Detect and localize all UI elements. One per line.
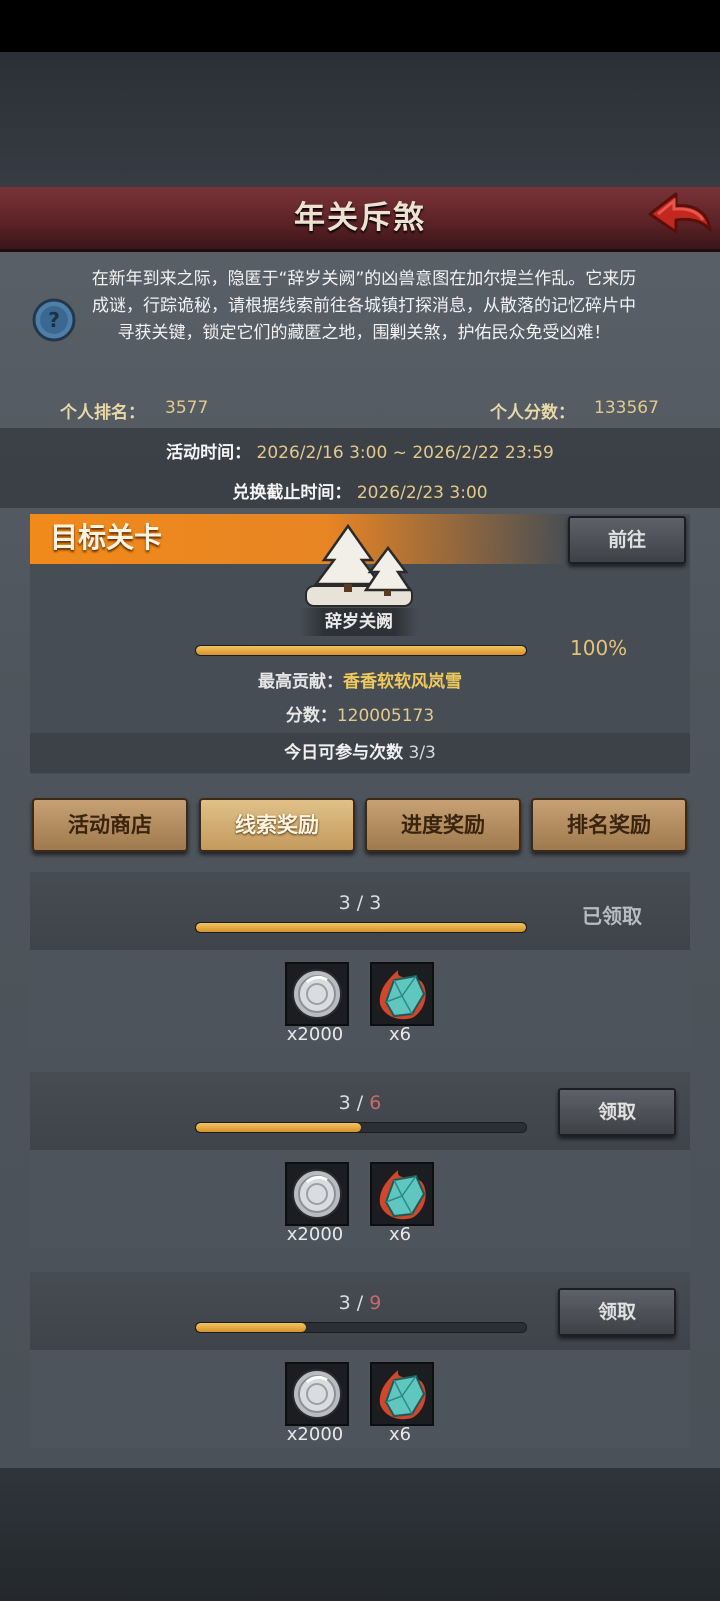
reward-current: 3 [338,1292,351,1314]
target-stage-title: 目标关卡 [50,521,163,554]
daily-attempts-value: 3/3 [408,743,436,763]
personal-score-value: 133567 [594,398,659,418]
background-bottom [0,1468,720,1601]
item-count: x2000 [286,1224,344,1245]
back-arrow-icon [648,192,712,234]
tab-clue-rewards[interactable]: 线索奖励 [199,798,355,852]
tab-event-shop[interactable]: 活动商店 [32,798,188,852]
snowy-pine-trees-icon [304,523,414,610]
goto-button[interactable]: 前往 [568,516,686,564]
reward-current: 3 [338,1092,351,1114]
reward-required: 3 [369,892,382,914]
stage-score-value: 120005173 [336,706,435,726]
item-count: x6 [388,1024,412,1045]
claimed-status: 已领取 [582,904,642,928]
back-button[interactable] [646,190,714,244]
event-time-label: 活动时间： [166,443,252,463]
item-count: x2000 [286,1424,344,1445]
reward-progress-fill [196,1123,361,1132]
item-slot[interactable] [370,962,434,1026]
personal-rank-value: 3577 [165,398,209,418]
event-description: 在新年到来之际，隐匿于“辞岁关阙”的凶兽意图在加尔提兰作乱。它来历成谜，行踪诡秘… [91,269,637,343]
stage-name: 辞岁关阙 [300,608,418,636]
silver-coin-icon [292,969,342,1019]
event-time-row: 活动时间： 2026/2/16 3:00 ~ 2026/2/22 23:59 [0,438,720,463]
crystal-shard-icon [379,1370,426,1420]
item-slot[interactable] [370,1362,434,1426]
title-banner: 年关斥煞 [0,187,720,252]
reward-progress-bar [195,1122,527,1133]
background-top [0,52,720,187]
personal-score-label: 个人分数： [490,403,575,423]
help-icon[interactable]: ? [32,298,76,342]
top-contribution-value: 香香软软风岚雪 [343,672,462,692]
event-time-value: 2026/2/16 3:00 ~ 2026/2/22 23:59 [256,443,554,463]
reward-progress-fill [196,1323,306,1332]
reward-progress-bar [195,1322,527,1333]
reward-progress-bar [195,922,527,933]
stage-score-label: 分数： [285,706,337,726]
silver-coin-icon [292,1169,342,1219]
item-count: x2000 [286,1024,344,1045]
reward-separator: / [350,1292,370,1314]
item-slot[interactable] [285,962,349,1026]
item-slot[interactable] [285,1362,349,1426]
personal-rank-label: 个人排名： [60,403,145,423]
reward-separator: / [350,892,370,914]
stage-score-row: 分数：120005173 [0,701,720,726]
tab-rank-rewards[interactable]: 排名奖励 [531,798,687,852]
reward-row: 3 / 6 领取 x2000 x6 [30,1072,690,1248]
silver-coin-icon [292,1369,342,1419]
reward-separator: / [350,1092,370,1114]
exchange-deadline-row: 兑换截止时间： 2026/2/23 3:00 [0,478,720,503]
top-contribution-label: 最高贡献： [258,672,343,692]
daily-attempts-band: 今日可参与次数 3/3 [30,733,690,773]
top-contribution-row: 最高贡献：香香软软风岚雪 [0,667,720,692]
stage-progress-bar [195,645,527,656]
reward-row: 3 / 9 领取 x2000 x6 [30,1272,690,1448]
item-slot[interactable] [285,1162,349,1226]
page-title: 年关斥煞 [294,200,426,236]
item-count: x6 [388,1224,412,1245]
svg-text:?: ? [48,308,60,332]
claim-button[interactable]: 领取 [558,1088,676,1136]
claim-button[interactable]: 领取 [558,1288,676,1336]
tab-progress-rewards[interactable]: 进度奖励 [365,798,521,852]
crystal-shard-icon [379,970,426,1020]
status-bar-area [0,0,720,52]
reward-required: 6 [369,1092,382,1114]
reward-required: 9 [369,1292,382,1314]
item-count: x6 [388,1424,412,1445]
reward-current: 3 [338,892,351,914]
item-slot[interactable] [370,1162,434,1226]
stage-progress-fill [196,646,526,655]
crystal-shard-icon [379,1170,426,1220]
stage-progress-percent: 100% [570,636,628,660]
exchange-deadline-label: 兑换截止时间： [232,483,352,503]
exchange-deadline-value: 2026/2/23 3:00 [356,483,488,503]
reward-row: 3 / 3 已领取 x2000 x6 [30,872,690,1048]
reward-progress-fill [196,923,526,932]
daily-attempts-label: 今日可参与次数 [284,743,404,763]
